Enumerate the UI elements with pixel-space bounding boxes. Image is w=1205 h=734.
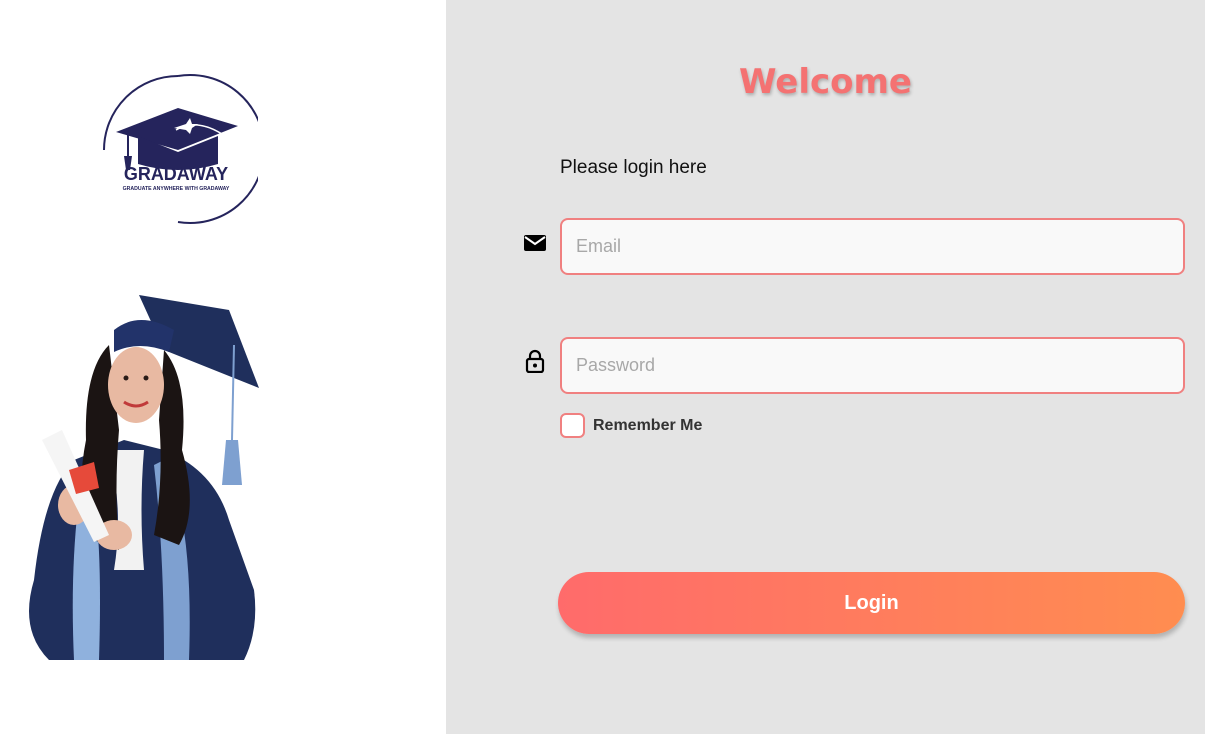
gradaway-logo: GRADAWAY GRADUATE ANYWHERE WITH GRADAWAY <box>103 74 258 224</box>
welcome-heading: Welcome <box>738 62 912 102</box>
lock-icon <box>525 349 545 373</box>
login-subtitle: Please login here <box>560 157 707 178</box>
password-field[interactable] <box>560 337 1185 394</box>
envelope-icon <box>524 235 546 251</box>
brand-panel: GRADAWAY GRADUATE ANYWHERE WITH GRADAWAY <box>0 0 446 734</box>
logo-tagline: GRADUATE ANYWHERE WITH GRADAWAY <box>123 186 230 192</box>
graduate-illustration <box>29 295 259 660</box>
logo-wordmark: GRADAWAY <box>124 164 228 184</box>
remember-me-row: Remember Me <box>560 413 702 438</box>
email-field[interactable] <box>560 218 1185 275</box>
remember-me-checkbox[interactable] <box>560 413 585 438</box>
remember-me-label[interactable]: Remember Me <box>593 417 702 435</box>
login-panel: Welcome Please login here Remember Me Lo… <box>446 0 1205 734</box>
login-button[interactable]: Login <box>558 572 1185 634</box>
